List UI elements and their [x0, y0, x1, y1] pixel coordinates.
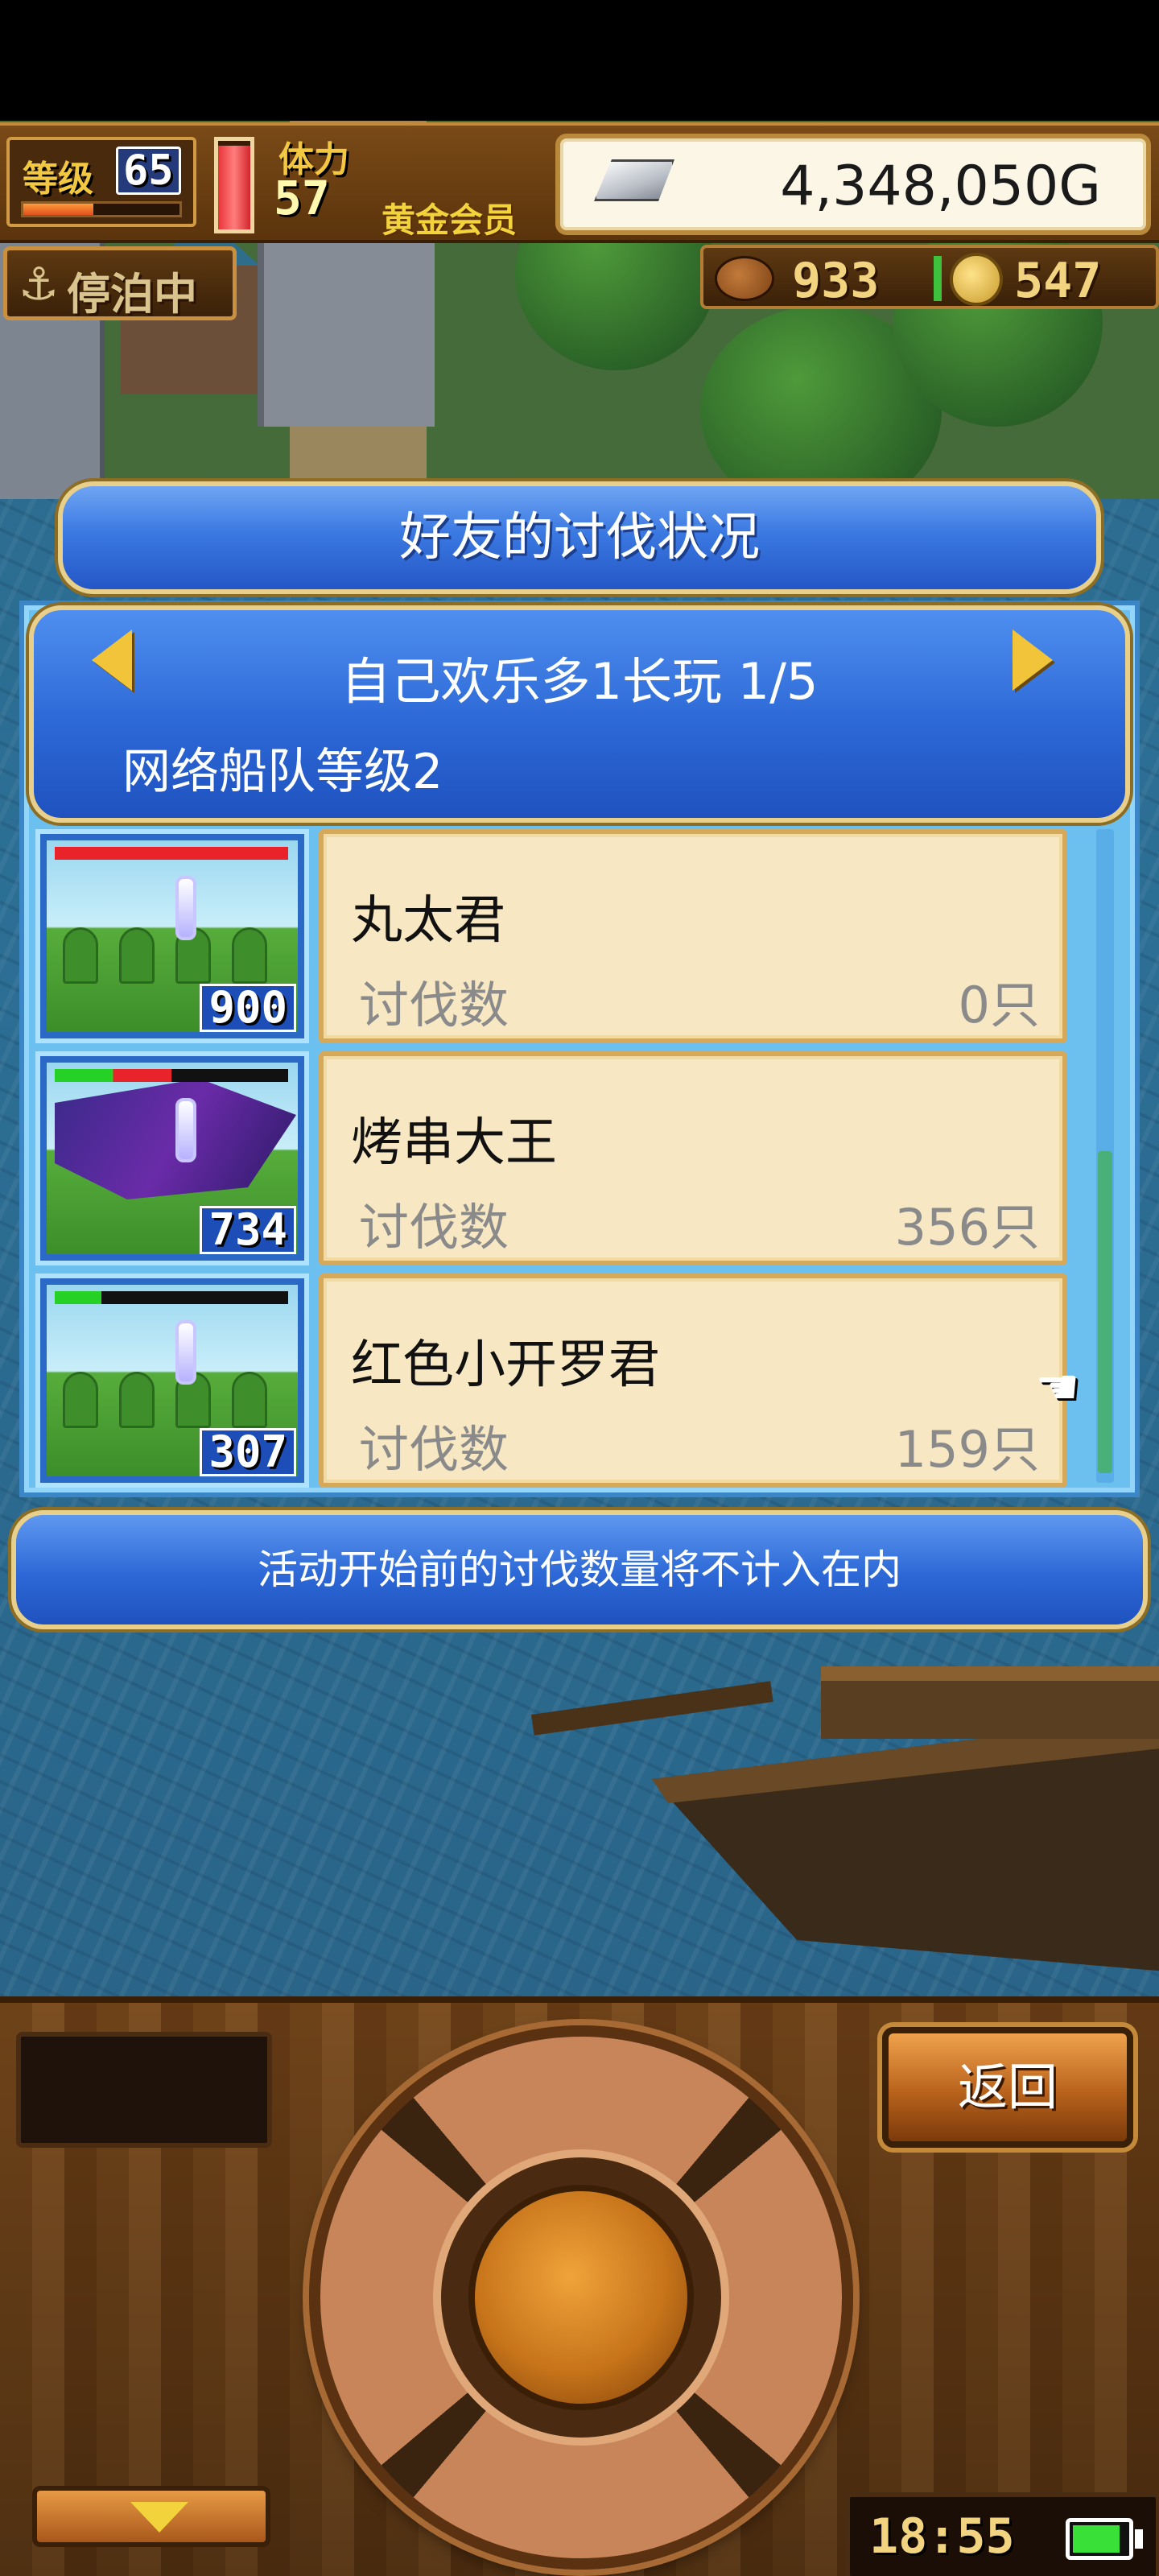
- menu-down-button[interactable]: [32, 2486, 270, 2547]
- status-text: 停泊中: [67, 269, 197, 320]
- resource-2-value: 547: [1014, 253, 1102, 309]
- battery-fill: [1073, 2525, 1120, 2553]
- empty-slot: [16, 2032, 272, 2148]
- list-item[interactable]: 红色小开罗君 讨伐数 159只: [319, 1274, 1067, 1488]
- pointing-hand-icon: ☚: [1035, 1357, 1080, 1416]
- resource-1-value: 933: [792, 253, 880, 309]
- hp-bar-fill: [55, 1291, 101, 1304]
- row-thumbnail[interactable]: 734: [35, 1051, 309, 1265]
- anchor-icon: ⚓: [19, 258, 60, 311]
- monster-count-badge: 307: [200, 1428, 296, 1476]
- center-button[interactable]: [468, 2185, 694, 2410]
- dpad-inner-ring: [441, 2157, 721, 2438]
- ship: [531, 1666, 1159, 1971]
- battery-icon: [1066, 2518, 1133, 2560]
- stamina-bar-fill: [218, 145, 250, 229]
- kill-count-label: 讨伐数: [359, 976, 509, 1034]
- exp-bar-fill: [23, 204, 94, 215]
- friend-row-name: 红色小开罗君: [351, 1335, 660, 1395]
- level-label: 等级: [23, 159, 93, 200]
- scrollbar-thumb[interactable]: [1098, 1151, 1112, 1473]
- crystal-icon: [175, 1098, 196, 1162]
- stamina-value: 57: [274, 171, 330, 225]
- thumb-tree: [63, 1372, 98, 1428]
- top-hud: 等级 65 体力 57 黄金会员 4,348,050G: [0, 122, 1159, 243]
- hp-bar-fill: [55, 847, 288, 860]
- kill-count-value: 356只: [894, 1198, 1040, 1257]
- friend-row-name: 烤串大王: [351, 1113, 557, 1173]
- gold-panel[interactable]: 4,348,050G: [555, 134, 1151, 235]
- coin-icon: [950, 253, 1003, 306]
- hp-bar-fill: [55, 1069, 171, 1082]
- down-arrow-icon: [130, 2502, 188, 2533]
- notice-text: 活动开始前的讨伐数量将不计入在内: [258, 1546, 901, 1593]
- thumb-tree: [63, 927, 98, 984]
- gold-amount: 4,348,050G: [780, 155, 1101, 218]
- row-thumbnail[interactable]: 307: [35, 1274, 309, 1488]
- kill-count-value: 159只: [894, 1420, 1040, 1479]
- crystal-icon: [175, 876, 196, 940]
- meat-icon: [715, 256, 774, 301]
- back-button[interactable]: 返回: [882, 2027, 1133, 2148]
- silver-ingot-icon: [594, 159, 674, 201]
- dpad-wheel[interactable]: [309, 2025, 853, 2570]
- dialog-title-bar: 好友的讨伐状况: [58, 481, 1101, 594]
- hp-bar: [55, 847, 288, 860]
- clock-panel: 18:55: [845, 2492, 1159, 2576]
- status-moored: ⚓ 停泊中: [3, 246, 237, 320]
- kill-count-value: 0只: [958, 976, 1040, 1034]
- membership-badge: 黄金会员: [382, 200, 518, 240]
- battery-tip: [1135, 2529, 1143, 2549]
- stone-tower: [258, 225, 435, 427]
- dialog-title: 好友的讨伐状况: [399, 508, 760, 568]
- clock-time: 18:55: [869, 2508, 1015, 2565]
- kill-count-label: 讨伐数: [359, 1420, 509, 1479]
- list-item[interactable]: 丸太君 讨伐数 0只: [319, 829, 1067, 1043]
- hp-bar: [55, 1069, 288, 1082]
- row-thumbnail[interactable]: 900: [35, 829, 309, 1043]
- back-button-label: 返回: [957, 2058, 1058, 2116]
- kill-count-label: 讨伐数: [359, 1198, 509, 1257]
- thumb-tree: [119, 927, 155, 984]
- friend-row-name: 丸太君: [351, 891, 505, 951]
- thumb-tree: [232, 927, 267, 984]
- level-box: 等级 65: [6, 137, 196, 227]
- level-value: 65: [116, 147, 181, 195]
- thumb-tree: [232, 1372, 267, 1428]
- exp-bar: [21, 201, 182, 217]
- stamina-bar: [214, 137, 254, 233]
- hp-bar: [55, 1291, 288, 1304]
- list-item[interactable]: 烤串大王 讨伐数 356只: [319, 1051, 1067, 1265]
- thumb-tree: [119, 1372, 155, 1428]
- fleet-level: 网络船队等级2: [122, 744, 443, 800]
- crystal-icon: [175, 1320, 196, 1385]
- resource-panel: 933 547: [700, 245, 1159, 309]
- monster-count-badge: 734: [200, 1206, 296, 1254]
- resource-divider: [934, 256, 942, 301]
- friend-name: 自己欢乐多1长玩 1/5: [340, 652, 819, 711]
- control-console: 返回 18:55: [0, 1996, 1159, 2576]
- monster-count-badge: 900: [200, 984, 296, 1032]
- notice-bar: 活动开始前的讨伐数量将不计入在内: [11, 1510, 1148, 1629]
